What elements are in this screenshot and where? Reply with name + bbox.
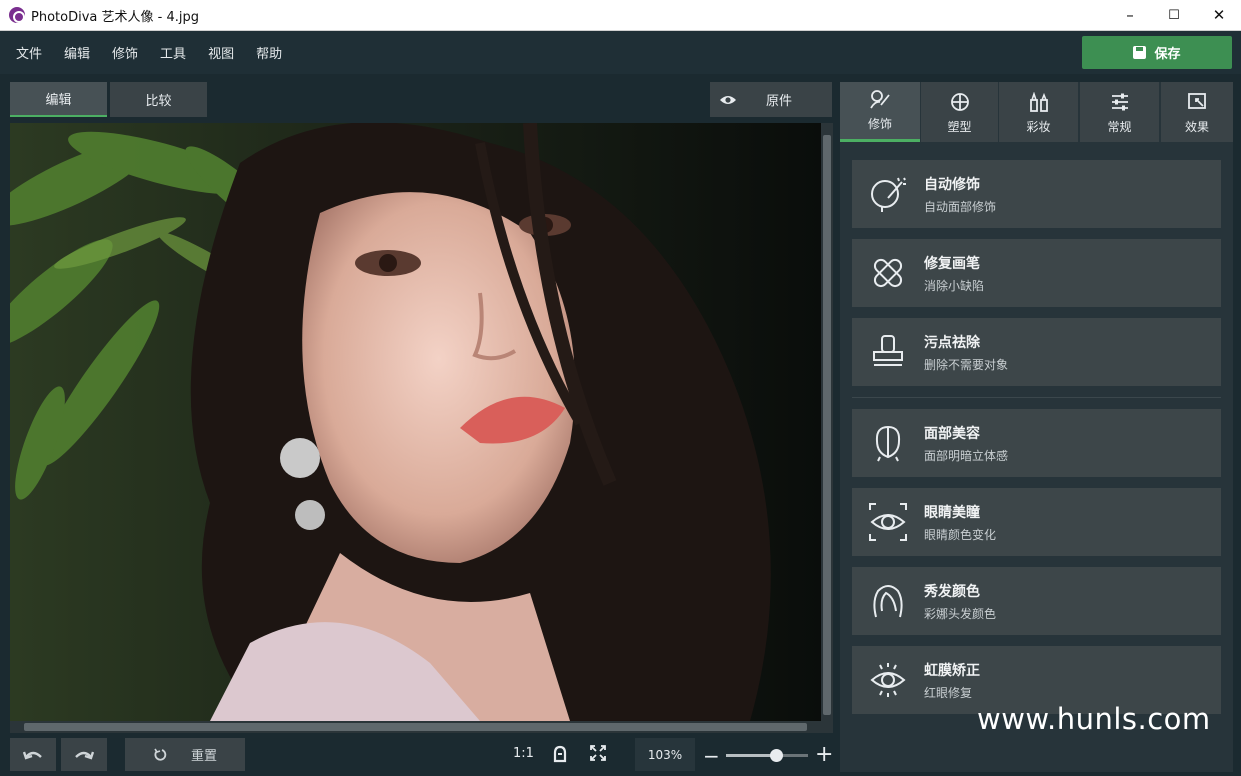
tab-makeup-label: 彩妆 (1026, 120, 1051, 134)
tool-subtitle: 眼睛颜色变化 (924, 527, 997, 542)
tab-reshape-label: 塑型 (947, 120, 972, 134)
maximize-button[interactable]: ☐ (1151, 0, 1197, 30)
tab-retouch[interactable]: 修饰 (840, 82, 920, 142)
reset-icon (154, 748, 167, 761)
menu-help[interactable]: 帮助 (256, 43, 282, 62)
tab-retouch-label: 修饰 (867, 117, 892, 131)
iris-icon (870, 663, 906, 697)
tab-general[interactable]: 常规 (1080, 82, 1159, 142)
sliders-icon (1111, 93, 1128, 111)
tab-general-label: 常规 (1107, 120, 1132, 134)
reshape-icon (950, 93, 969, 111)
title-bar: PhotoDiva 艺术人像 - 4.jpg – ☐ ✕ (0, 0, 1241, 31)
tab-effects-label: 效果 (1184, 120, 1209, 134)
face-contour-icon (875, 425, 901, 462)
undo-icon (23, 751, 42, 760)
tool-title: 秀发颜色 (924, 583, 980, 600)
zoom-slider-fill (726, 754, 776, 757)
tool-title: 自动修饰 (924, 176, 980, 193)
zoom-slider-handle[interactable] (770, 749, 783, 762)
auto-retouch-icon (871, 177, 906, 212)
eye-focus-icon (869, 503, 907, 541)
tab-compare[interactable]: 比较 (110, 82, 207, 117)
tab-reshape[interactable]: 塑型 (921, 82, 998, 142)
tool-subtitle: 自动面部修饰 (924, 199, 997, 214)
zoom-in-icon[interactable]: + (815, 742, 833, 767)
tool-face-sculpt[interactable]: 面部美容面部明暗立体感 (852, 409, 1221, 477)
tab-edit[interactable]: 编辑 (10, 82, 107, 117)
tool-divider (852, 397, 1221, 398)
undo-button[interactable] (10, 738, 56, 771)
redo-icon (75, 751, 94, 760)
close-button[interactable]: ✕ (1196, 0, 1241, 30)
tool-hair-color[interactable]: 秀发颜色彩娜头发颜色 (852, 567, 1221, 635)
fit-screen-icon[interactable] (590, 745, 606, 761)
watermark-text: www.hunls.com (977, 702, 1211, 736)
stamp-icon (873, 335, 903, 366)
makeup-icon (1029, 92, 1048, 112)
tool-subtitle: 消除小缺陷 (924, 278, 985, 293)
face-detect-icon[interactable] (552, 745, 568, 763)
effects-icon (1188, 93, 1206, 109)
app-logo-icon (9, 7, 25, 23)
retouch-icon (870, 90, 890, 109)
vertical-scrollbar[interactable] (821, 123, 833, 733)
hair-icon (873, 585, 903, 618)
zoom-out-icon[interactable]: − (703, 744, 720, 768)
tool-subtitle: 删除不需要对象 (924, 357, 1009, 372)
zoom-level-display[interactable]: 103% (635, 738, 695, 771)
menu-tools[interactable]: 工具 (160, 43, 186, 62)
eye-icon (720, 95, 736, 104)
minimize-button[interactable]: – (1107, 0, 1153, 30)
save-disk-icon (1133, 46, 1147, 59)
tool-auto-retouch[interactable]: 自动修饰自动面部修饰 (852, 160, 1221, 228)
original-button[interactable]: 原件 (710, 82, 832, 117)
tab-makeup[interactable]: 彩妆 (999, 82, 1078, 142)
tool-spot-removal[interactable]: 污点祛除删除不需要对象 (852, 318, 1221, 386)
menu-retouch[interactable]: 修饰 (112, 43, 138, 62)
actual-size-button[interactable]: 1:1 (513, 746, 534, 761)
photo-canvas[interactable] (10, 123, 821, 721)
tool-title: 面部美容 (924, 425, 980, 442)
redo-button[interactable] (61, 738, 107, 771)
horizontal-scroll-thumb[interactable] (24, 723, 807, 731)
tab-effects[interactable]: 效果 (1161, 82, 1233, 142)
original-label: 原件 (766, 94, 793, 109)
portrait-photo (10, 123, 821, 721)
menu-file[interactable]: 文件 (16, 43, 42, 62)
menu-edit[interactable]: 编辑 (64, 43, 90, 62)
bandage-icon (873, 258, 903, 288)
save-button[interactable]: 保存 (1082, 36, 1232, 69)
tool-subtitle: 红眼修复 (924, 685, 973, 700)
vertical-scroll-thumb[interactable] (823, 135, 831, 715)
menu-bar: 文件 编辑 修饰 工具 视图 帮助 保存 (0, 31, 1241, 74)
tool-title: 虹膜矫正 (924, 662, 980, 679)
reset-label: 重置 (190, 749, 217, 764)
menu-view[interactable]: 视图 (208, 43, 234, 62)
tool-title: 污点祛除 (924, 334, 980, 351)
window-title: PhotoDiva 艺术人像 - 4.jpg (31, 9, 199, 25)
tool-subtitle: 彩娜头发颜色 (924, 606, 997, 621)
save-button-label: 保存 (1154, 47, 1181, 62)
tool-healing-brush[interactable]: 修复画笔 消除小缺陷 (852, 239, 1221, 307)
tool-subtitle: 面部明暗立体感 (924, 448, 1009, 463)
reset-button[interactable]: 重置 (125, 738, 245, 771)
tool-title: 眼睛美瞳 (924, 504, 980, 521)
horizontal-scrollbar[interactable] (10, 721, 821, 733)
tool-title: 修复画笔 (924, 255, 980, 272)
tool-eye-color[interactable]: 眼睛美瞳眼睛颜色变化 (852, 488, 1221, 556)
